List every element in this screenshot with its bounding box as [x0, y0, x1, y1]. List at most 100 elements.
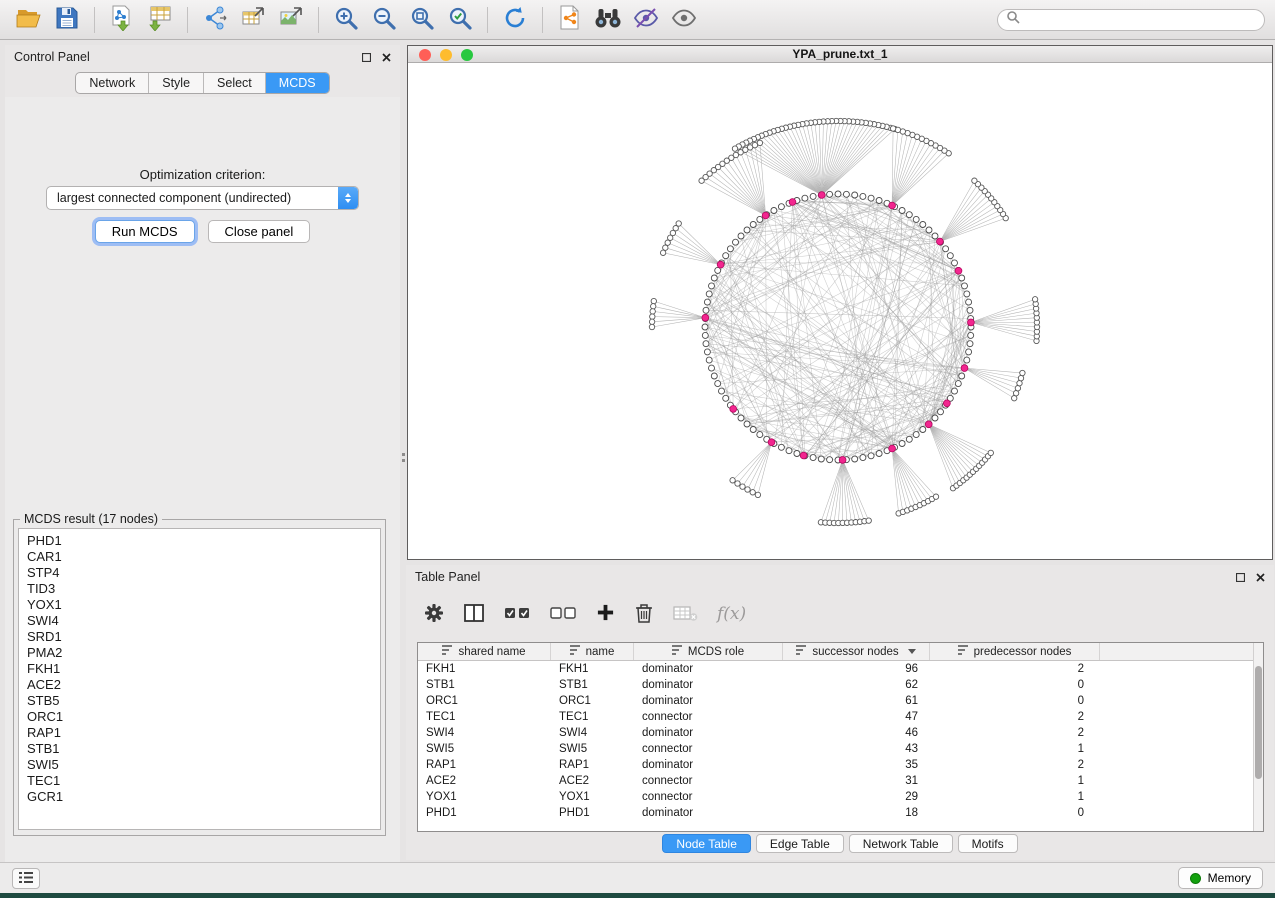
- float-panel-icon[interactable]: [362, 53, 371, 62]
- float-panel-icon[interactable]: [1236, 573, 1245, 582]
- deselect-all-button[interactable]: [550, 604, 577, 625]
- window-minimize-icon[interactable]: [440, 49, 452, 61]
- zoom-in-button[interactable]: [327, 3, 365, 37]
- table-row[interactable]: ORC1 ORC1 dominator 61 0: [418, 693, 1253, 709]
- control-panel-header: Control Panel: [5, 45, 400, 69]
- table-row[interactable]: PHD1 PHD1 dominator 18 0: [418, 805, 1253, 821]
- import-table-button[interactable]: [141, 3, 179, 37]
- search-network-button[interactable]: [589, 3, 627, 37]
- result-node-item[interactable]: SRD1: [27, 629, 380, 645]
- table-row[interactable]: TEC1 TEC1 connector 47 2: [418, 709, 1253, 725]
- zoom-fit-button[interactable]: [403, 3, 441, 37]
- panel-divider-handle[interactable]: [401, 448, 405, 466]
- mcds-tab-content: Optimization criterion: largest connecte…: [5, 97, 400, 862]
- result-node-item[interactable]: STB1: [27, 741, 380, 757]
- import-network-button[interactable]: [103, 3, 141, 37]
- close-panel-button[interactable]: Close panel: [208, 220, 311, 243]
- delete-column-button[interactable]: [634, 602, 654, 627]
- search-input[interactable]: [1026, 13, 1256, 27]
- cell-mcds-role: connector: [634, 743, 783, 755]
- table-disabled-icon: [673, 604, 698, 625]
- tab-network[interactable]: Network: [76, 73, 148, 93]
- cell-successor-nodes: 18: [783, 807, 930, 819]
- window-close-icon[interactable]: [419, 49, 431, 61]
- result-node-item[interactable]: GCR1: [27, 789, 380, 805]
- show-columns-button[interactable]: [463, 603, 485, 626]
- column-header-successor-nodes[interactable]: successor nodes: [783, 643, 930, 660]
- result-node-item[interactable]: ORC1: [27, 709, 380, 725]
- share-document-button[interactable]: [551, 3, 589, 37]
- cell-shared-name: PHD1: [418, 807, 551, 819]
- result-node-item[interactable]: RAP1: [27, 725, 380, 741]
- toolbar-separator: [542, 7, 543, 33]
- result-node-item[interactable]: ACE2: [27, 677, 380, 693]
- tab-style[interactable]: Style: [148, 73, 203, 93]
- search-box[interactable]: [997, 9, 1265, 31]
- mcds-result-list[interactable]: PHD1 CAR1 STP4 TID3 YOX1 SWI4 SRD1 PMA2: [18, 528, 381, 830]
- scrollbar-thumb[interactable]: [1255, 666, 1262, 779]
- result-node-item[interactable]: PHD1: [27, 533, 380, 549]
- result-node-item[interactable]: TID3: [27, 581, 380, 597]
- table-settings-button[interactable]: [424, 603, 444, 626]
- cell-predecessor-nodes: 2: [930, 759, 1100, 771]
- table-row[interactable]: YOX1 YOX1 connector 29 1: [418, 789, 1253, 805]
- result-node-item[interactable]: STB5: [27, 693, 380, 709]
- tab-node-table[interactable]: Node Table: [662, 834, 751, 853]
- select-all-button[interactable]: [504, 604, 531, 625]
- export-network-button[interactable]: [196, 3, 234, 37]
- column-header-name[interactable]: name: [551, 643, 634, 660]
- table-row[interactable]: FKH1 FKH1 dominator 96 2: [418, 661, 1253, 677]
- result-node-item[interactable]: YOX1: [27, 597, 380, 613]
- result-node-item[interactable]: TEC1: [27, 773, 380, 789]
- criterion-dropdown[interactable]: largest connected component (undirected): [46, 186, 359, 210]
- task-history-button[interactable]: [12, 868, 40, 889]
- result-node-item[interactable]: STP4: [27, 565, 380, 581]
- table-row[interactable]: RAP1 RAP1 dominator 35 2: [418, 757, 1253, 773]
- export-table-button[interactable]: [234, 3, 272, 37]
- result-node-item[interactable]: PMA2: [27, 645, 380, 661]
- table-row[interactable]: ACE2 ACE2 connector 31 1: [418, 773, 1253, 789]
- table-row[interactable]: SWI4 SWI4 dominator 46 2: [418, 725, 1253, 741]
- tab-mcds[interactable]: MCDS: [265, 73, 329, 93]
- run-mcds-button[interactable]: Run MCDS: [95, 220, 195, 243]
- zoom-out-button[interactable]: [365, 3, 403, 37]
- cell-shared-name: SWI5: [418, 743, 551, 755]
- export-image-button[interactable]: [272, 3, 310, 37]
- zoom-selected-button[interactable]: [441, 3, 479, 37]
- save-button[interactable]: [48, 3, 86, 37]
- network-graph[interactable]: [408, 63, 1272, 559]
- column-header-mcds-role[interactable]: MCDS role: [634, 643, 783, 660]
- result-node-item[interactable]: CAR1: [27, 549, 380, 565]
- result-node-item[interactable]: FKH1: [27, 661, 380, 677]
- close-panel-icon[interactable]: [382, 53, 391, 62]
- window-maximize-icon[interactable]: [461, 49, 473, 61]
- add-column-button[interactable]: [596, 603, 615, 625]
- apply-layout-button[interactable]: [496, 3, 534, 37]
- memory-button[interactable]: Memory: [1178, 867, 1263, 889]
- status-bar: Memory: [0, 862, 1275, 893]
- trash-icon: [634, 602, 654, 627]
- tab-network-table[interactable]: Network Table: [849, 834, 953, 853]
- tab-edge-table[interactable]: Edge Table: [756, 834, 844, 853]
- sort-icon: [672, 645, 683, 658]
- close-panel-icon[interactable]: [1256, 573, 1265, 582]
- sort-dropdown-icon[interactable]: [908, 649, 916, 654]
- toolbar-separator: [94, 7, 95, 33]
- table-scrollbar[interactable]: [1253, 643, 1263, 831]
- result-node-item[interactable]: SWI5: [27, 757, 380, 773]
- open-button[interactable]: [10, 3, 48, 37]
- cell-name: ORC1: [551, 695, 634, 707]
- tab-select[interactable]: Select: [203, 73, 265, 93]
- cell-name: SWI4: [551, 727, 634, 739]
- column-header-predecessor-nodes[interactable]: predecessor nodes: [930, 643, 1100, 660]
- result-node-item[interactable]: SWI4: [27, 613, 380, 629]
- table-row[interactable]: STB1 STB1 dominator 62 0: [418, 677, 1253, 693]
- node-table: shared name name MCDS role successor nod…: [417, 642, 1264, 832]
- show-hide-button[interactable]: [665, 3, 703, 37]
- table-row[interactable]: SWI5 SWI5 connector 43 1: [418, 741, 1253, 757]
- tab-motifs[interactable]: Motifs: [958, 834, 1018, 853]
- network-titlebar[interactable]: YPA_prune.txt_1: [408, 46, 1272, 63]
- open-folder-icon: [16, 7, 42, 32]
- column-header-shared-name[interactable]: shared name: [418, 643, 551, 660]
- graphics-details-button[interactable]: [627, 3, 665, 37]
